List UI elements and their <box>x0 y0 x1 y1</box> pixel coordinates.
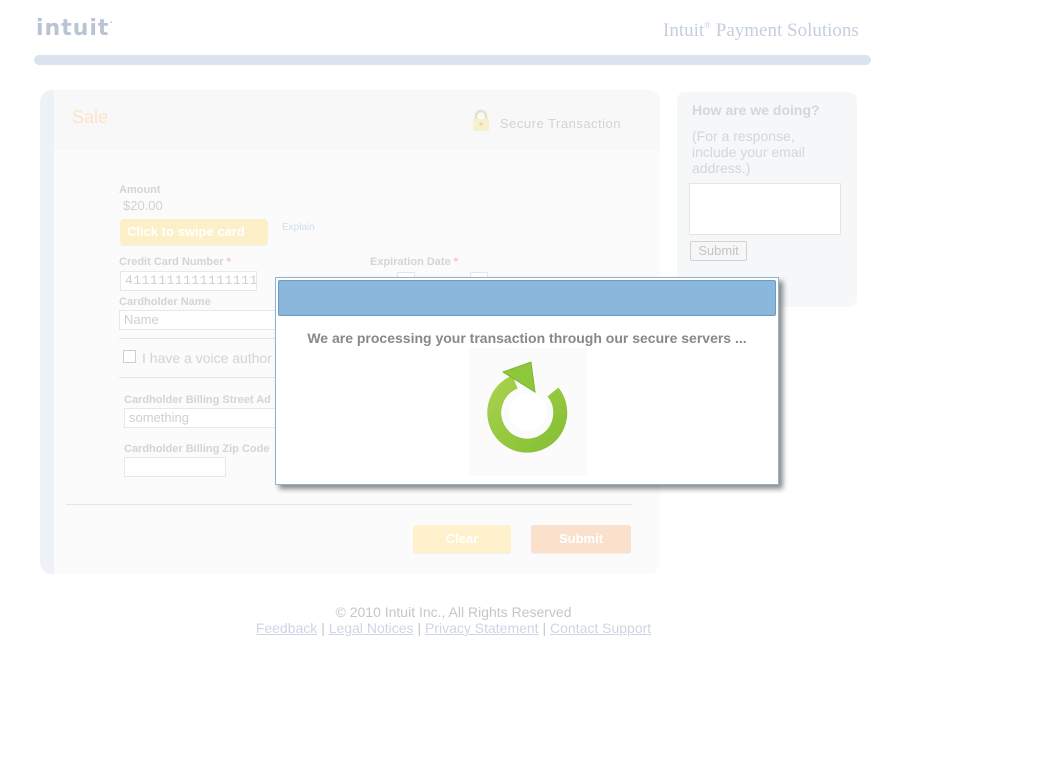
submit-button[interactable]: Submit <box>531 525 631 553</box>
brand-suffix: Payment Solutions <box>711 20 859 41</box>
footer-separator: | <box>321 620 325 636</box>
spinner-container <box>469 348 587 476</box>
divider <box>66 504 632 505</box>
billing-street-field[interactable]: something <box>124 408 284 428</box>
brand-name: Intuit <box>663 20 705 41</box>
billing-street-label: Cardholder Billing Street Ad <box>124 394 271 406</box>
credit-card-label-text: Credit Card Number <box>119 256 224 268</box>
credit-card-label: Credit Card Number * <box>119 256 231 268</box>
lock-icon <box>473 109 489 131</box>
clear-button[interactable]: Clear <box>413 525 511 553</box>
intuit-logo: intuit. <box>36 16 114 41</box>
expiration-date-label-text: Expiration Date <box>370 256 451 268</box>
feedback-textarea[interactable] <box>689 183 841 235</box>
required-mark: * <box>453 256 459 268</box>
logo-tm: . <box>109 16 114 25</box>
brand-title: Intuit® Payment Solutions <box>663 20 859 42</box>
brand-registered-mark: ® <box>704 20 712 31</box>
voice-auth-checkbox[interactable] <box>123 350 136 363</box>
processing-dialog: We are processing your transaction throu… <box>275 277 779 485</box>
expiration-date-label: Expiration Date * <box>370 256 458 268</box>
amount-value: $20.00 <box>123 198 163 213</box>
required-mark: * <box>226 256 231 268</box>
feedback-hint: (For a response, include your email addr… <box>692 128 805 176</box>
header-divider-bar <box>34 55 871 65</box>
cardholder-name-label: Cardholder Name <box>119 296 211 308</box>
privacy-statement-link[interactable]: Privacy Statement <box>425 620 539 636</box>
feedback-submit-button[interactable]: Submit <box>690 241 747 261</box>
credit-card-field[interactable]: 4111111111111111 <box>120 271 257 291</box>
secure-transaction-label: Secure Transaction <box>500 116 622 131</box>
legal-notices-link[interactable]: Legal Notices <box>329 620 414 636</box>
contact-support-link[interactable]: Contact Support <box>550 620 651 636</box>
feedback-link[interactable]: Feedback <box>256 620 317 636</box>
amount-label: Amount <box>119 184 161 196</box>
dialog-title-bar[interactable] <box>278 280 776 316</box>
processing-message: We are processing your transaction throu… <box>307 330 747 346</box>
swipe-card-button[interactable]: Click to swipe card <box>120 219 268 245</box>
footer-links: Feedback | Legal Notices | Privacy State… <box>0 620 907 636</box>
footer-separator: | <box>417 620 422 636</box>
billing-zip-field[interactable] <box>124 457 226 477</box>
feedback-title: How are we doing? <box>692 102 820 118</box>
sale-form-header: Sale Secure Transaction <box>54 90 660 150</box>
divider <box>119 377 289 378</box>
logo-text: intuit <box>36 16 110 41</box>
explain-link[interactable]: Explain <box>282 222 315 233</box>
cardholder-name-field[interactable]: Name <box>119 310 289 330</box>
divider <box>119 338 289 339</box>
page-title: Sale <box>72 107 109 127</box>
voice-auth-label: I have a voice author <box>142 350 272 366</box>
feedback-panel: How are we doing? (For a response, inclu… <box>677 92 857 307</box>
billing-zip-label: Cardholder Billing Zip Code <box>124 443 270 455</box>
footer-separator: | <box>542 620 547 636</box>
copyright: © 2010 Intuit Inc., All Rights Reserved <box>335 604 572 620</box>
refresh-icon <box>487 361 568 453</box>
